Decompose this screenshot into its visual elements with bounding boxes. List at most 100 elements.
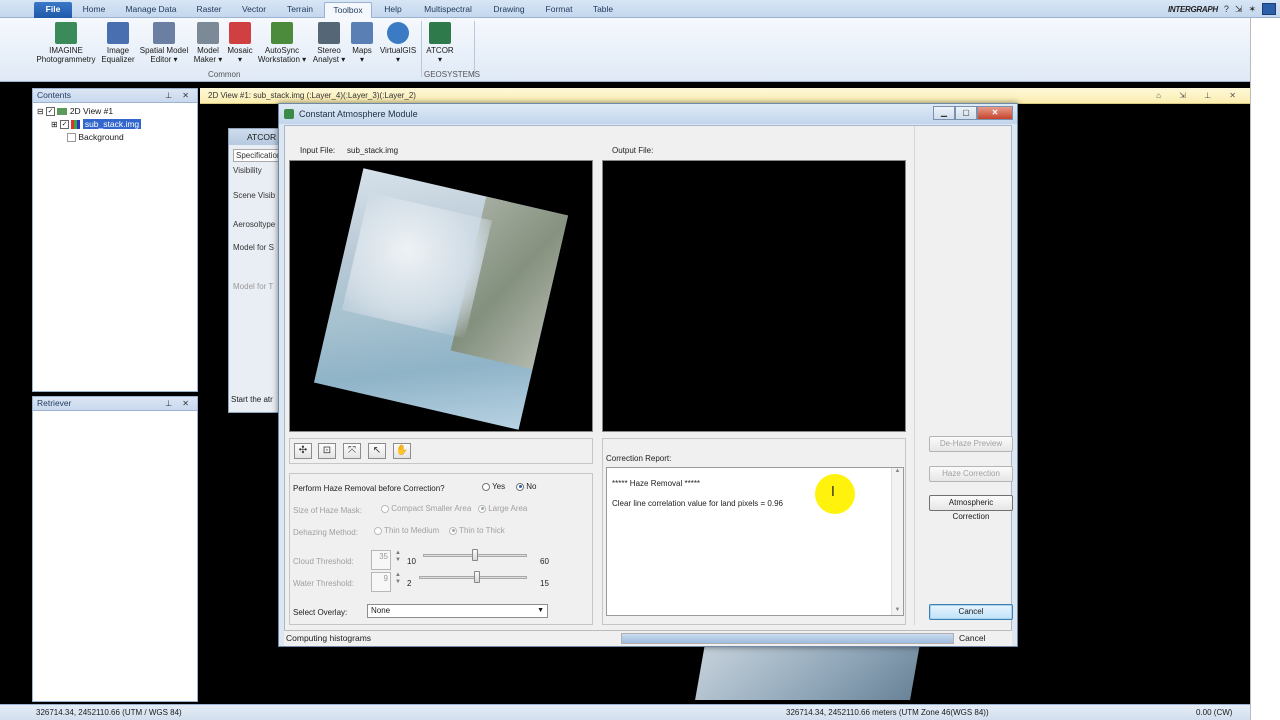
tree-item-background[interactable]: Background: [33, 131, 197, 144]
input-image-preview[interactable]: [289, 160, 593, 432]
tool-imagine-photogrammetry[interactable]: IMAGINE Photogrammetry: [34, 20, 98, 64]
compact-radio[interactable]: [381, 504, 389, 513]
input-file-value: sub_stack.img: [347, 146, 399, 155]
no-radio[interactable]: [516, 482, 524, 491]
tool-image-equalizer[interactable]: Image Equalizer: [98, 20, 138, 64]
tab-specification[interactable]: Specification: [233, 149, 283, 162]
haze-correction-button[interactable]: Haze Correction: [929, 466, 1013, 482]
water-slider-thumb[interactable]: [474, 571, 481, 583]
group-label-common: Common: [208, 70, 241, 79]
tool-model-maker[interactable]: Model Maker ▾: [192, 20, 224, 64]
water-max-label: 15: [540, 579, 549, 588]
output-file-label: Output File:: [612, 146, 654, 155]
ribbon-group-separator: [474, 21, 475, 77]
water-threshold-slider[interactable]: [419, 576, 527, 579]
select-overlay-label: Select Overlay:: [293, 608, 348, 617]
water-spinner-arrows[interactable]: ▲ ▼: [395, 572, 401, 586]
view-label: 2D View #1: [69, 106, 114, 116]
tool-spatial-model-editor[interactable]: Spatial Model Editor ▾: [138, 20, 190, 64]
tab-multispectral[interactable]: Multispectral: [416, 2, 480, 18]
tab-format[interactable]: Format: [538, 2, 580, 18]
yes-radio[interactable]: [482, 482, 490, 491]
thin-thick-radio[interactable]: [449, 526, 457, 535]
tab-raster[interactable]: Raster: [190, 2, 228, 18]
report-scrollbar[interactable]: ▲ ▼: [891, 468, 903, 615]
tool-mosaic[interactable]: Mosaic ▾: [224, 20, 256, 64]
help-icon[interactable]: ?: [1224, 4, 1229, 14]
background-checkbox[interactable]: [67, 133, 76, 143]
maximize-button[interactable]: ▢: [955, 106, 977, 120]
tool-virtualgis[interactable]: VirtualGIS ▾: [378, 20, 418, 64]
dialog-content: Input File: sub_stack.img Output File: ✣…: [284, 125, 1013, 632]
panel-pin-close-icons[interactable]: ⊥ ✕: [165, 397, 193, 410]
large-radio[interactable]: [478, 504, 486, 513]
cloud-slider-thumb[interactable]: [472, 549, 478, 561]
minimize-ribbon-icon[interactable]: ⇲: [1235, 4, 1243, 15]
progress-bar: [621, 633, 954, 644]
tab-terrain[interactable]: Terrain: [280, 2, 320, 18]
status-cancel-button[interactable]: Cancel: [959, 631, 985, 646]
tool-label: ATCOR ▾: [426, 46, 454, 64]
large-area-option[interactable]: Large Area: [478, 504, 527, 513]
water-threshold-label: Water Threshold:: [293, 579, 354, 588]
tab-table[interactable]: Table: [586, 2, 620, 18]
tab-vector[interactable]: Vector: [236, 2, 272, 18]
tab-drawing[interactable]: Drawing: [486, 2, 532, 18]
zoom-out-icon[interactable]: ⊡: [318, 443, 336, 459]
contents-panel: Contents ⊥ ✕ ⊟ ✓ 2D View #1 ⊞ ✓ sub_stac…: [32, 88, 198, 392]
overlay-select[interactable]: None ▼: [367, 604, 548, 618]
pan-hand-icon[interactable]: ✋: [393, 443, 411, 459]
output-image-preview[interactable]: [602, 160, 906, 432]
layer-checkbox[interactable]: ✓: [60, 120, 70, 130]
autosync-icon: [271, 22, 293, 44]
select-pointer-icon[interactable]: ↖: [368, 443, 386, 459]
cloud-area: [341, 191, 492, 339]
file-tab[interactable]: File: [34, 2, 72, 18]
cloud-spinner-arrows[interactable]: ▲ ▼: [395, 550, 401, 564]
tab-toolbox[interactable]: Toolbox: [324, 2, 372, 19]
collapse-icon[interactable]: ⊟: [37, 107, 44, 116]
ribbon-body: IMAGINE Photogrammetry Image Equalizer S…: [0, 18, 1250, 82]
tool-atcor[interactable]: ATCOR ▾: [424, 20, 456, 64]
chevron-down-icon[interactable]: ▼: [537, 605, 544, 617]
thin-thick-option[interactable]: Thin to Thick: [449, 526, 505, 535]
dehaze-preview-button[interactable]: De-Haze Preview: [929, 436, 1013, 452]
tool-stereo-analyst[interactable]: Stereo Analyst ▾: [310, 20, 348, 64]
haze-yes-option[interactable]: Yes: [482, 482, 505, 491]
expand-icon[interactable]: ⊞: [51, 120, 58, 129]
tab-help[interactable]: Help: [376, 2, 410, 18]
tree-item-view[interactable]: ⊟ ✓ 2D View #1: [33, 105, 197, 118]
tool-autosync-workstation[interactable]: AutoSync Workstation ▾: [256, 20, 308, 64]
thin-medium-radio[interactable]: [374, 526, 382, 535]
app-icon: [284, 109, 294, 119]
atmospheric-correction-button[interactable]: Atmospheric Correction: [929, 495, 1013, 521]
zoom-in-icon[interactable]: ✣: [294, 443, 312, 459]
thin-medium-option[interactable]: Thin to Medium: [374, 526, 439, 535]
tree-item-layer[interactable]: ⊞ ✓ sub_stack.img: [33, 118, 197, 131]
tab-home[interactable]: Home: [78, 2, 110, 18]
cancel-button[interactable]: Cancel: [929, 604, 1013, 620]
close-button[interactable]: ✕: [977, 106, 1013, 120]
view-checkbox[interactable]: ✓: [46, 107, 56, 117]
viewer-window-controls[interactable]: ⌂ ⇲ ⊥ ✕: [1156, 88, 1244, 104]
ribbon-right-controls: INTERGRAPH ? ⇲ ✶: [1168, 1, 1276, 17]
fit-to-window-icon[interactable]: ⤧: [343, 443, 361, 459]
cursor-highlight: [815, 474, 855, 514]
minimize-button[interactable]: ▁: [933, 106, 955, 120]
compact-label: Compact Smaller Area: [391, 504, 472, 513]
contents-panel-header: Contents ⊥ ✕: [33, 89, 197, 103]
ribbon-tab-bar: File Home Manage Data Raster Vector Terr…: [0, 0, 1280, 19]
window-menu-icon[interactable]: [1262, 3, 1276, 15]
water-threshold-spinner[interactable]: 9: [371, 572, 391, 592]
cloud-min-label: 10: [407, 557, 416, 566]
layer-label: sub_stack.img: [82, 119, 142, 129]
cloud-threshold-label: Cloud Threshold:: [293, 557, 354, 566]
compact-area-option[interactable]: Compact Smaller Area: [381, 504, 471, 513]
tool-maps[interactable]: Maps ▾: [348, 20, 376, 64]
tab-manage-data[interactable]: Manage Data: [120, 2, 182, 18]
haze-no-option[interactable]: No: [516, 482, 536, 491]
cloud-threshold-spinner[interactable]: 35: [371, 550, 391, 570]
correction-report-text[interactable]: ***** Haze Removal ***** Clear line corr…: [606, 467, 904, 616]
dialog-titlebar: Constant Atmosphere Module ▁ ▢ ✕: [279, 104, 1017, 124]
panel-pin-close-icons[interactable]: ⊥ ✕: [165, 89, 193, 102]
